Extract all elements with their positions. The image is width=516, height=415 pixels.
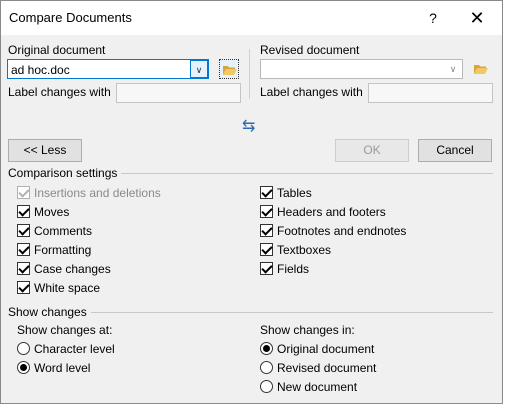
show-changes-in-label: Show changes in:: [260, 323, 355, 337]
swap-documents-icon[interactable]: ⇆: [242, 116, 255, 136]
insertions-deletions-label: Insertions and deletions: [34, 186, 161, 200]
ok-button[interactable]: OK: [335, 139, 409, 162]
original-document-option-label: Original document: [277, 342, 375, 356]
original-document-label: Original document: [8, 43, 106, 57]
case-changes-checkbox[interactable]: [17, 262, 30, 275]
divider: [121, 173, 493, 174]
character-level-radio[interactable]: [17, 342, 30, 355]
show-changes-heading: Show changes: [8, 305, 87, 319]
comments-checkbox[interactable]: [17, 224, 30, 237]
show-changes-at-label: Show changes at:: [17, 323, 113, 337]
comments-label: Comments: [34, 224, 93, 238]
original-document-radio[interactable]: [260, 342, 273, 355]
headers-footers-checkbox[interactable]: [260, 205, 273, 218]
title-bar: Compare Documents ? ✕: [1, 1, 502, 35]
moves-checkbox[interactable]: [17, 205, 30, 218]
case-changes-label: Case changes: [34, 262, 111, 276]
original-document-combo[interactable]: ad hoc.doc ∨: [7, 59, 209, 79]
tables-label: Tables: [277, 186, 312, 200]
dialog-title: Compare Documents: [9, 10, 132, 25]
formatting-checkbox[interactable]: [17, 243, 30, 256]
character-level-label: Character level: [34, 342, 115, 356]
divider: [91, 312, 493, 313]
folder-open-icon: [223, 66, 237, 75]
revised-document-combo[interactable]: ∨: [260, 59, 463, 79]
chevron-down-icon[interactable]: ∨: [190, 60, 208, 78]
white-space-checkbox[interactable]: [17, 281, 30, 294]
less-button[interactable]: << Less: [8, 139, 82, 162]
cancel-button[interactable]: Cancel: [418, 139, 492, 162]
revised-document-label: Revised document: [260, 43, 360, 57]
white-space-label: White space: [34, 281, 101, 295]
textboxes-checkbox[interactable]: [260, 243, 273, 256]
background-right: [503, 0, 516, 415]
footnotes-endnotes-checkbox[interactable]: [260, 224, 273, 237]
original-document-value: ad hoc.doc: [11, 63, 70, 77]
headers-footers-label: Headers and footers: [277, 205, 386, 219]
revised-label-changes-label: Label changes with: [260, 85, 363, 99]
original-label-changes-field[interactable]: [116, 83, 241, 103]
revised-label-changes-field[interactable]: [368, 83, 493, 103]
column-separator: [249, 49, 250, 99]
revised-document-radio[interactable]: [260, 361, 273, 374]
original-label-changes-label: Label changes with: [8, 85, 111, 99]
original-browse-button[interactable]: [219, 59, 239, 79]
help-button[interactable]: ?: [421, 7, 445, 29]
revised-document-option-label: Revised document: [277, 361, 377, 375]
word-level-label: Word level: [34, 361, 91, 375]
textboxes-label: Textboxes: [277, 243, 332, 257]
revised-browse-button[interactable]: [471, 59, 491, 79]
compare-documents-dialog: Compare Documents ? ✕ Original document …: [0, 0, 503, 404]
tables-checkbox[interactable]: [260, 186, 273, 199]
word-level-radio[interactable]: [17, 361, 30, 374]
background-bottom: [0, 404, 516, 415]
formatting-label: Formatting: [34, 243, 92, 257]
folder-open-icon: [474, 65, 488, 74]
fields-checkbox[interactable]: [260, 262, 273, 275]
new-document-option-label: New document: [277, 380, 358, 394]
footnotes-endnotes-label: Footnotes and endnotes: [277, 224, 407, 238]
insertions-deletions-checkbox[interactable]: [17, 186, 30, 199]
chevron-down-icon[interactable]: ∨: [444, 60, 462, 78]
close-button[interactable]: ✕: [459, 5, 495, 31]
new-document-radio[interactable]: [260, 380, 273, 393]
comparison-settings-heading: Comparison settings: [8, 166, 118, 180]
fields-label: Fields: [277, 262, 310, 276]
moves-label: Moves: [34, 205, 70, 219]
